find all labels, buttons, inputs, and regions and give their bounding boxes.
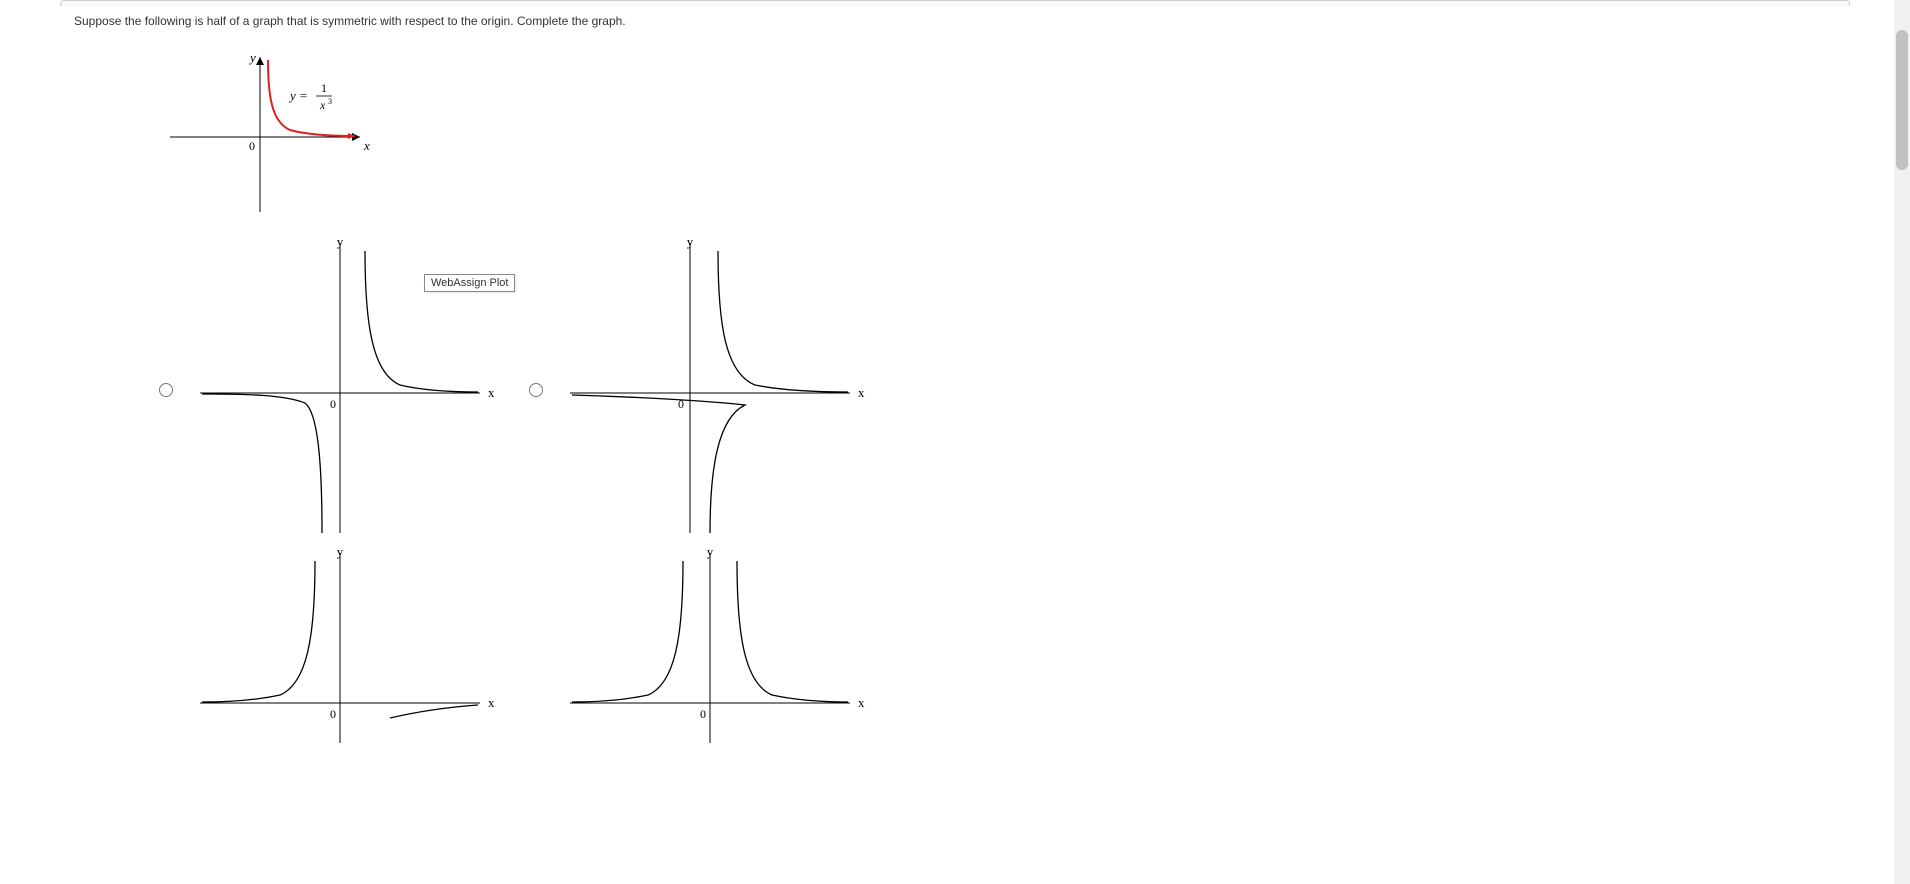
x-axis-label: x bbox=[363, 138, 370, 153]
option-c-plot[interactable]: y x 0 bbox=[190, 543, 510, 743]
option-d-radio-cell bbox=[520, 543, 550, 743]
option-b-radio-cell bbox=[520, 233, 550, 543]
option-d-plot[interactable]: y x 0 bbox=[560, 543, 880, 743]
option-b-radio[interactable] bbox=[529, 383, 543, 397]
given-curve bbox=[268, 60, 355, 136]
origin-label: 0 bbox=[700, 707, 706, 721]
x-axis-label: x bbox=[488, 385, 495, 400]
given-graph-svg: y x 0 y = 1 x 3 bbox=[150, 42, 410, 222]
option-b-plot[interactable]: y x 0 bbox=[560, 233, 880, 543]
origin-label: 0 bbox=[330, 707, 336, 721]
y-axis-label: y bbox=[337, 234, 344, 249]
y-axis-label: y bbox=[337, 544, 344, 559]
y-axis-label: y bbox=[707, 544, 714, 559]
given-graph-figure: y x 0 y = 1 x 3 bbox=[150, 42, 1850, 225]
equation-denom-base: x bbox=[319, 98, 326, 112]
plot-tooltip: WebAssign Plot bbox=[424, 274, 515, 292]
origin-label: 0 bbox=[249, 139, 255, 153]
y-axis-label: y bbox=[248, 50, 256, 65]
option-c-radio-cell bbox=[150, 543, 180, 743]
option-a-radio[interactable] bbox=[159, 383, 173, 397]
x-axis-label: x bbox=[858, 385, 865, 400]
answers-grid: y x 0 y x 0 bbox=[150, 233, 1850, 743]
card-top-border bbox=[60, 0, 1850, 6]
equation-prefix: y = bbox=[288, 88, 308, 103]
equation-numer: 1 bbox=[321, 81, 327, 95]
question-prompt: Suppose the following is half of a graph… bbox=[60, 10, 1850, 38]
x-axis-label: x bbox=[858, 695, 865, 710]
option-a-radio-cell bbox=[150, 233, 180, 543]
y-axis-label: y bbox=[687, 234, 694, 249]
scrollbar-thumb[interactable] bbox=[1896, 30, 1908, 170]
equation-denom-exp: 3 bbox=[328, 97, 332, 106]
question-container: Suppose the following is half of a graph… bbox=[0, 0, 1910, 783]
page-scrollbar[interactable] bbox=[1894, 0, 1910, 884]
x-axis-label: x bbox=[488, 695, 495, 710]
origin-label: 0 bbox=[330, 397, 336, 411]
